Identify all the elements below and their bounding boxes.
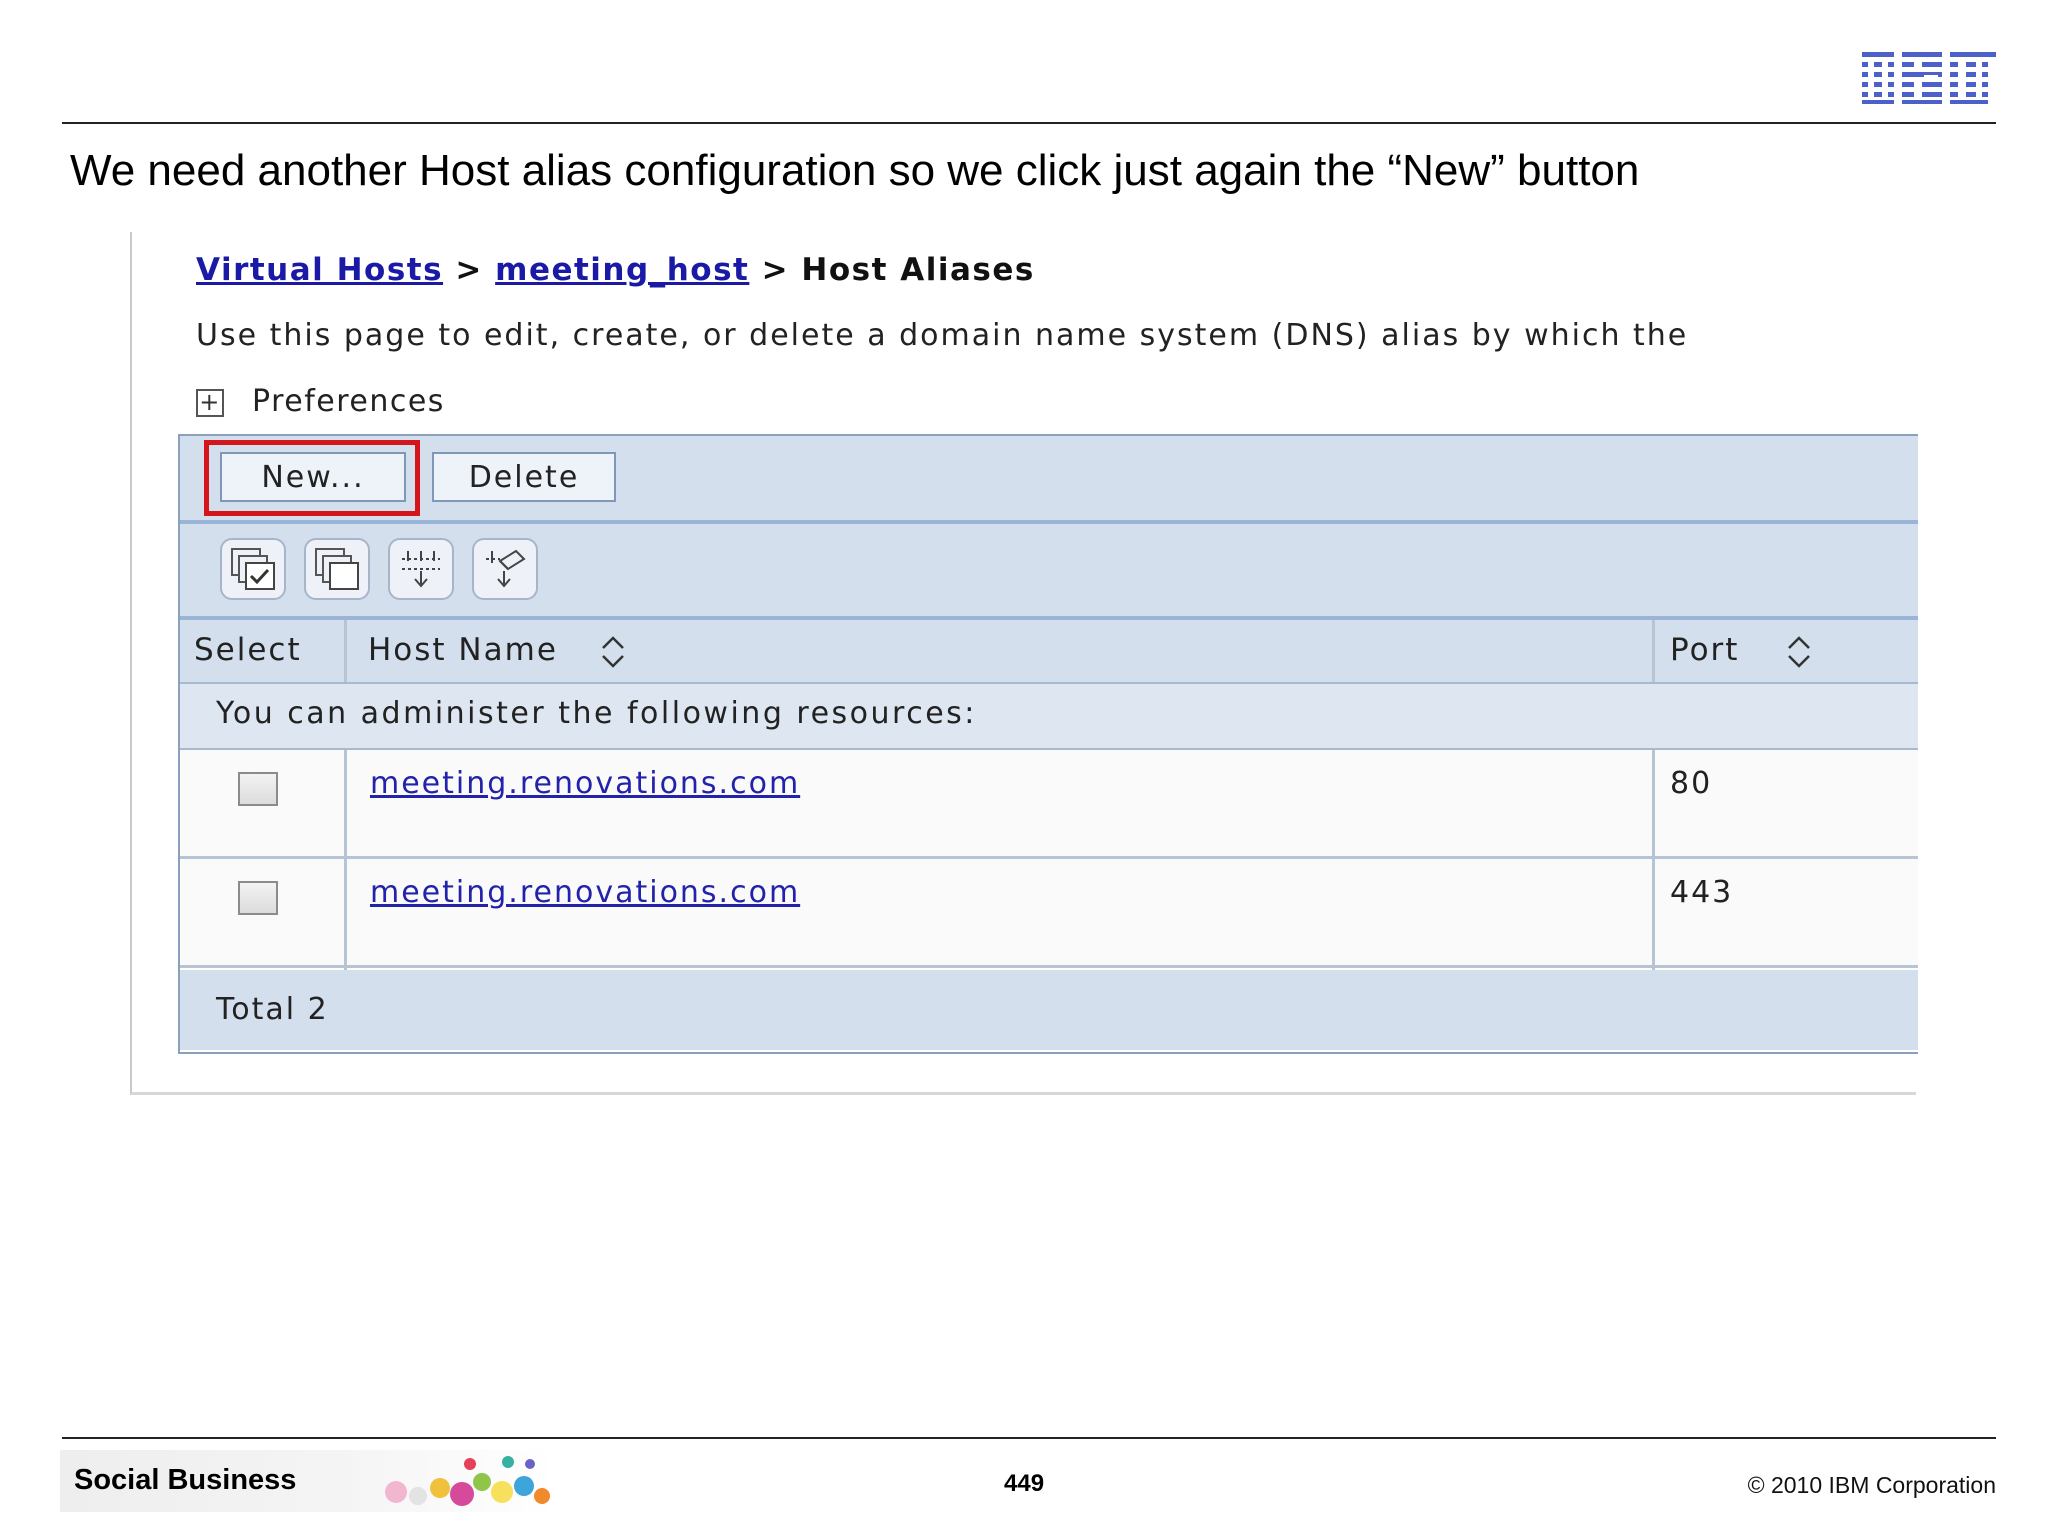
admin-console-screenshot: Virtual Hosts > meeting_host > Host Alia… [130, 232, 1918, 1095]
breadcrumb: Virtual Hosts > meeting_host > Host Alia… [196, 252, 1035, 288]
column-divider [344, 750, 347, 970]
sort-icon[interactable] [1786, 634, 1812, 670]
table-total: Total 2 [216, 992, 329, 1027]
row-select-checkbox[interactable] [238, 772, 278, 806]
column-header-host-name[interactable]: Host Name [368, 632, 558, 668]
column-header-select: Select [194, 632, 302, 668]
social-business-banner: Social Business [60, 1450, 556, 1512]
port-value: 443 [1670, 875, 1734, 910]
column-divider [1652, 750, 1655, 970]
copyright: © 2010 IBM Corporation [1747, 1472, 1996, 1498]
breadcrumb-separator: > [455, 252, 483, 288]
breadcrumb-virtual-hosts-link[interactable]: Virtual Hosts [196, 252, 443, 288]
host-name-link[interactable]: meeting.renovations.com [370, 875, 800, 910]
preferences-toggle[interactable]: + Preferences [196, 384, 445, 419]
page-description: Use this page to edit, create, or delete… [196, 318, 1689, 353]
resources-note: You can administer the following resourc… [216, 696, 977, 731]
clear-filter-icon[interactable] [472, 538, 538, 600]
delete-button[interactable]: Delete [432, 452, 616, 502]
preferences-label: Preferences [252, 384, 445, 419]
footer-brand: Social Business [74, 1464, 297, 1496]
new-button-highlight [204, 440, 420, 516]
resources-note-row: You can administer the following resourc… [180, 684, 1918, 751]
breadcrumb-separator: > [761, 252, 790, 288]
button-bar: New... Delete [180, 436, 1918, 524]
deselect-all-icon[interactable] [304, 538, 370, 600]
show-filter-icon[interactable] [388, 538, 454, 600]
row-select-checkbox[interactable] [238, 881, 278, 915]
sort-icon[interactable] [600, 634, 626, 670]
slide-title: We need another Host alias configuration… [70, 146, 1640, 195]
page-number: 449 [1004, 1470, 1045, 1497]
table-row: meeting.renovations.com 80 [180, 750, 1918, 859]
port-value: 80 [1670, 766, 1713, 801]
table-total-row: Total 2 [180, 970, 1918, 1050]
host-name-link[interactable]: meeting.renovations.com [370, 766, 800, 801]
breadcrumb-meeting-host-link[interactable]: meeting_host [495, 252, 749, 288]
table-row: meeting.renovations.com 443 [180, 859, 1918, 968]
host-aliases-panel: New... Delete Select Host Name Port You … [178, 434, 1918, 1054]
table-toolbar [180, 524, 1918, 620]
breadcrumb-current: Host Aliases [801, 252, 1035, 288]
select-all-icon[interactable] [220, 538, 286, 600]
bottom-divider [62, 1437, 1996, 1439]
expand-plus-icon[interactable]: + [196, 388, 224, 417]
table-header: Select Host Name Port [180, 620, 1918, 684]
ibm-logo [1862, 50, 1996, 106]
people-graphic-icon [385, 1456, 550, 1506]
top-divider [62, 122, 1996, 124]
column-divider [1652, 620, 1655, 682]
column-divider [344, 620, 347, 682]
column-header-port[interactable]: Port [1670, 632, 1739, 668]
